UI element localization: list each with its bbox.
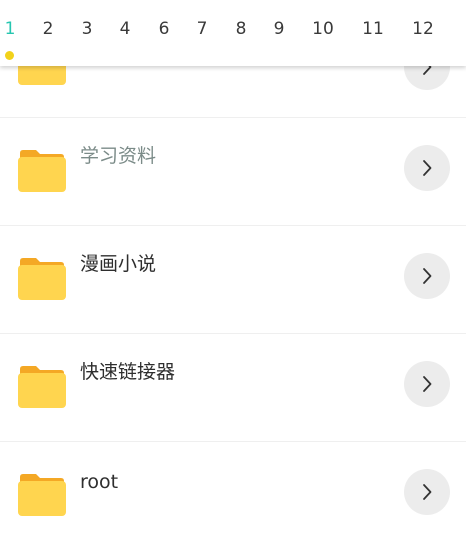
folder-icon — [18, 257, 66, 300]
folder-icon — [18, 473, 66, 516]
tab-2[interactable]: 2 — [43, 19, 54, 39]
chevron-right-icon — [423, 268, 432, 284]
folder-icon — [18, 365, 66, 408]
chevron-right-icon — [423, 160, 432, 176]
folder-row[interactable]: 漫画小说 — [0, 226, 466, 334]
tab-1[interactable]: 1 — [5, 19, 16, 39]
tab-6[interactable]: 6 — [159, 19, 170, 39]
folder-row[interactable]: 学习资料 — [0, 118, 466, 226]
tab-9[interactable]: 9 — [274, 19, 285, 39]
folder-label: 漫画小说 — [80, 253, 157, 275]
tab-7[interactable]: 7 — [197, 19, 208, 39]
folder-row[interactable]: 快速链接器 — [0, 334, 466, 442]
tab-10[interactable]: 10 — [312, 19, 334, 39]
chevron-right-icon — [423, 376, 432, 392]
tab-3[interactable]: 3 — [82, 19, 93, 39]
open-folder-button[interactable] — [404, 469, 450, 515]
folder-label: 学习资料 — [80, 145, 157, 167]
active-tab-indicator — [5, 51, 14, 60]
open-folder-button[interactable] — [404, 145, 450, 191]
folder-label: root — [80, 471, 119, 493]
chevron-right-icon — [423, 484, 432, 500]
tab-11[interactable]: 11 — [362, 19, 384, 39]
tab-4[interactable]: 4 — [120, 19, 131, 39]
tab-12[interactable]: 12 — [412, 19, 434, 39]
open-folder-button[interactable] — [404, 253, 450, 299]
open-folder-button[interactable] — [404, 361, 450, 407]
folder-row[interactable]: root — [0, 442, 466, 550]
folder-list: 学习资料 漫画小说 快速链接器 root — [0, 0, 466, 536]
page-tab-bar: 1 2 3 4 6 7 8 9 10 11 12 — [0, 0, 466, 66]
tab-8[interactable]: 8 — [236, 19, 247, 39]
folder-icon — [18, 149, 66, 192]
folder-label: 快速链接器 — [80, 361, 176, 383]
